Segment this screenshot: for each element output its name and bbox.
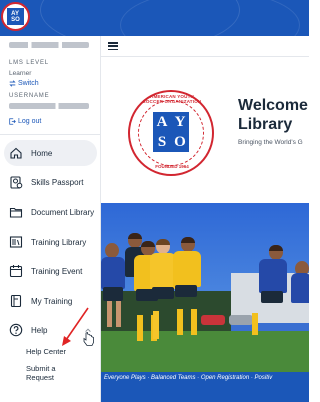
header-divider	[101, 56, 309, 57]
player-leg	[116, 301, 121, 327]
sidebar-item-help[interactable]: Help	[4, 317, 97, 343]
sidebar-item-label: Training Library	[31, 237, 87, 247]
sidebar-item-home[interactable]: Home	[4, 140, 97, 166]
logout-label: Log out	[18, 118, 42, 125]
player-sock	[137, 315, 143, 341]
sidebar-item-label: Help	[31, 325, 48, 335]
values-banner: Everyone Plays · Balanced Teams · Open R…	[101, 372, 309, 402]
calendar-icon	[9, 264, 23, 278]
sidebar-item-label: Training Event	[31, 266, 83, 276]
ayso-logo: AMERICAN YOUTH SOCCER ORGANIZATION A Y S…	[128, 90, 214, 176]
player-sock	[252, 313, 258, 335]
player-shorts	[152, 287, 174, 299]
lms-level-label: LMS LEVEL	[9, 60, 49, 66]
photo-car	[229, 315, 253, 325]
sidebar-item-label: Skills Passport	[31, 177, 84, 187]
player-head	[105, 243, 119, 258]
logo-mark: AY SO	[7, 8, 24, 25]
ayso-logo-small[interactable]: AY SO	[1, 2, 30, 31]
chevron-up-icon[interactable]	[84, 326, 92, 334]
player-hair	[156, 239, 170, 245]
passport-icon	[9, 175, 23, 189]
player-hair	[269, 245, 283, 251]
lms-level-value: Learner	[9, 70, 32, 77]
book-icon	[9, 294, 23, 308]
library-icon	[9, 235, 23, 249]
photo-car	[201, 315, 225, 325]
sidebar-item-training-library[interactable]: Training Library	[4, 229, 97, 255]
logo-letter: O	[174, 133, 186, 150]
welcome-title-line1: Welcome	[238, 97, 308, 114]
player-sock	[191, 309, 197, 335]
swap-icon	[9, 80, 16, 87]
welcome-title: Welcome Library	[238, 96, 308, 134]
player-sock	[177, 309, 183, 335]
username-label: USERNAME	[9, 93, 50, 99]
user-name-redacted	[9, 42, 89, 48]
player-blue	[259, 259, 287, 293]
switch-label: Switch	[18, 80, 39, 87]
player-shorts	[261, 291, 283, 303]
question-icon	[9, 323, 23, 337]
home-icon	[9, 146, 23, 160]
main-content: AMERICAN YOUTH SOCCER ORGANIZATION A Y S…	[101, 36, 309, 402]
sidebar-item-label: My Training	[31, 296, 73, 306]
player-leg	[107, 301, 112, 327]
username-value-redacted	[9, 103, 89, 109]
sidebar-item-my-training[interactable]: My Training	[4, 288, 97, 314]
sidebar-item-skills-passport[interactable]: Skills Passport	[4, 169, 97, 195]
logo-letters: A Y S O	[153, 112, 189, 152]
logout-link[interactable]: Log out	[9, 118, 41, 125]
switch-link[interactable]: Switch	[9, 80, 39, 87]
logo-letter: S	[157, 133, 167, 150]
sidebar-item-label: Home	[31, 148, 53, 158]
sidebar-item-label: Document Library	[31, 207, 95, 217]
player-hair	[141, 241, 155, 247]
player-hair	[128, 233, 142, 239]
logo-bottom-text: FOUNDED 1964	[155, 164, 189, 169]
sidebar: LMS LEVEL Learner Switch USERNAME Log ou…	[0, 36, 101, 402]
sidebar-subitem-help-center[interactable]: Help Center	[26, 347, 66, 356]
hero-photo	[101, 203, 309, 372]
welcome-title-line2: Library	[238, 116, 293, 133]
folder-icon	[9, 205, 23, 219]
sidebar-divider	[0, 134, 100, 135]
player-blue	[101, 257, 125, 289]
player-yellow	[173, 251, 201, 287]
player-shorts	[103, 287, 123, 301]
logo-letter: A	[156, 113, 168, 130]
player-blue	[291, 273, 309, 303]
sidebar-item-document-library[interactable]: Document Library	[4, 199, 97, 225]
player-shorts	[175, 285, 197, 297]
logo-letter: Y	[174, 113, 186, 130]
sidebar-item-training-event[interactable]: Training Event	[4, 258, 97, 284]
welcome-tagline: Bringing the World's G	[238, 139, 303, 146]
hamburger-menu-button[interactable]	[107, 40, 119, 52]
photo-grass	[101, 331, 309, 372]
top-banner: AY SO	[0, 0, 309, 36]
sidebar-subitem-submit-request[interactable]: Submit a Request	[26, 364, 76, 382]
values-banner-text: Everyone Plays · Balanced Teams · Open R…	[104, 375, 273, 381]
player-hair	[181, 237, 195, 243]
logout-icon	[9, 118, 16, 125]
logo-top-text: AMERICAN YOUTH SOCCER ORGANIZATION	[142, 94, 202, 104]
player-sock	[153, 311, 159, 339]
banner-decoration	[120, 0, 300, 36]
